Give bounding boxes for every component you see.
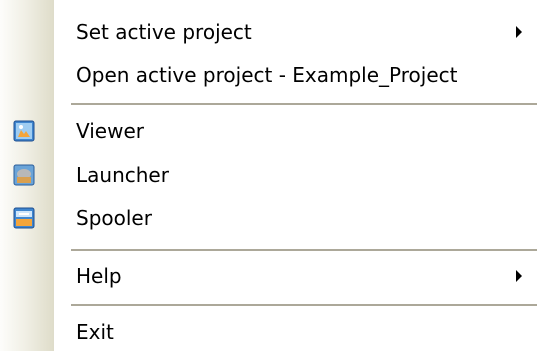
spooler-icon	[13, 207, 35, 229]
submenu-arrow-icon	[516, 26, 522, 38]
menu-item-label: Set active project	[76, 20, 252, 44]
menu-item-label: Open active project - Example_Project	[76, 63, 458, 87]
menu-item-launcher[interactable]: Launcher	[0, 155, 542, 195]
menu-item-label: Viewer	[76, 119, 144, 143]
menu-item-viewer[interactable]: Viewer	[0, 111, 542, 151]
menu-item-label: Help	[76, 264, 122, 288]
context-menu: Set active project Open active project -…	[0, 0, 542, 351]
menu-item-label: Exit	[76, 320, 114, 344]
menu-item-help[interactable]: Help	[0, 256, 542, 296]
menu-item-label: Launcher	[76, 163, 169, 187]
menu-separator	[71, 103, 537, 105]
menu-item-spooler[interactable]: Spooler	[0, 198, 542, 238]
menu-item-label: Spooler	[76, 206, 152, 230]
menu-item-exit[interactable]: Exit	[0, 312, 542, 351]
submenu-arrow-icon	[516, 270, 522, 282]
menu-separator	[71, 249, 537, 251]
viewer-icon	[13, 120, 35, 142]
menu-separator	[71, 304, 537, 306]
launcher-icon	[13, 164, 35, 186]
menu-item-set-active-project[interactable]: Set active project	[0, 12, 542, 52]
menu-item-open-active-project[interactable]: Open active project - Example_Project	[0, 55, 542, 95]
